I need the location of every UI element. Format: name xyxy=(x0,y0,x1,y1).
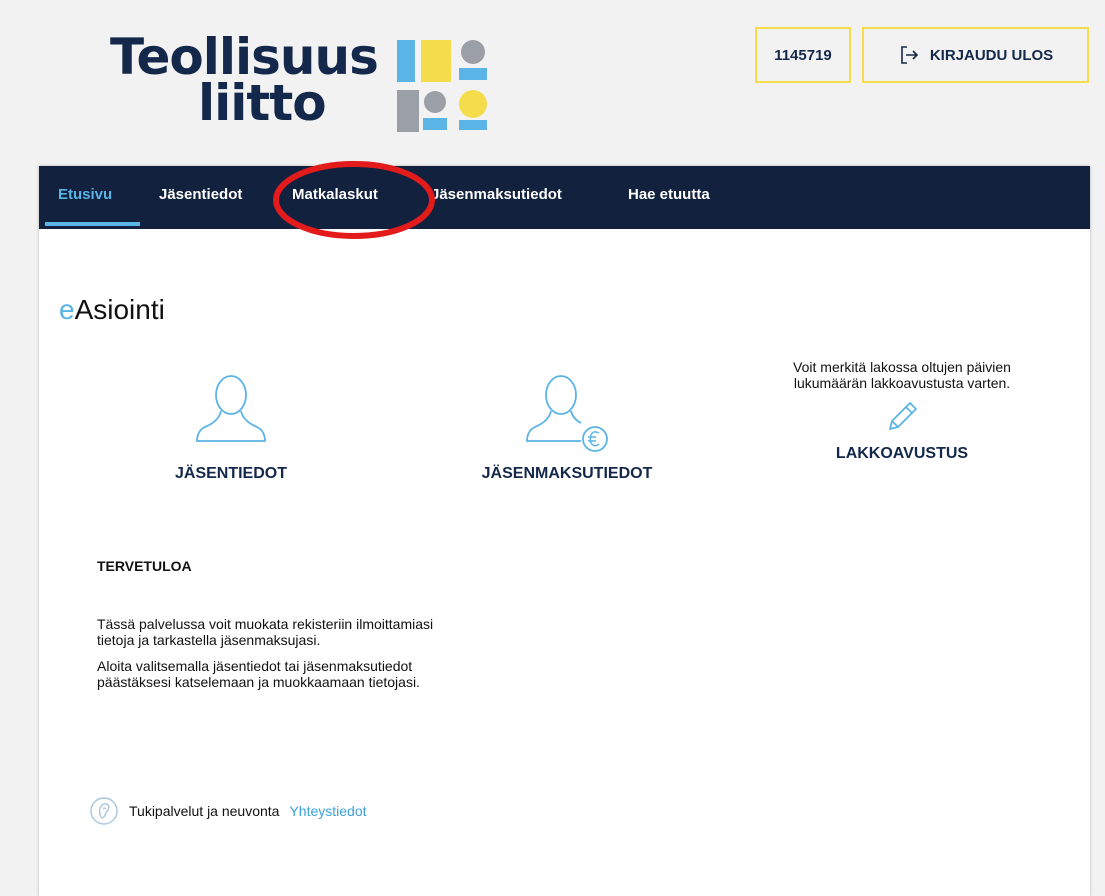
person-icon xyxy=(196,375,266,442)
tile-lakkoavustus-label: LAKKOAVUSTUS xyxy=(835,445,969,462)
main-card: Etusivu Jäsentiedot Matkalaskut Jäsenmak… xyxy=(39,166,1090,896)
tile-lakkoavustus-description: Voit merkitä lakossa oltujen päivien luk… xyxy=(757,359,1047,391)
welcome-paragraph-2: Aloita valitsemalla jäsentiedot tai jäse… xyxy=(97,658,577,690)
nav-jasentiedot[interactable]: Jäsentiedot xyxy=(159,166,242,229)
member-id-badge: 1145719 xyxy=(755,27,851,83)
tile-jasenmaksutiedot[interactable]: JÄSENMAKSUTIEDOT xyxy=(457,371,677,483)
welcome-p1-line1: Tässä palvelussa voit muokata rekisterii… xyxy=(97,616,434,632)
welcome-paragraph-1: Tässä palvelussa voit muokata rekisterii… xyxy=(97,616,577,648)
tile-jasentiedot-label: JÄSENTIEDOT xyxy=(174,465,287,482)
ear-icon xyxy=(90,797,118,825)
logout-icon xyxy=(901,46,918,64)
logout-label: KIRJAUDU ULOS xyxy=(929,46,1054,64)
brand-mark-icon xyxy=(397,40,487,132)
tile-lakkoavustus-desc-line1: Voit merkitä lakossa oltujen päivien xyxy=(793,359,1011,375)
page-title-prefix: e xyxy=(59,294,75,325)
nav-hae-etuutta[interactable]: Hae etuutta xyxy=(628,166,710,229)
brand-line2: liitto xyxy=(198,74,327,132)
welcome-title: TERVETULOA xyxy=(97,558,192,574)
page-title: eAsiointi xyxy=(59,294,165,326)
welcome-p2-line2: päästäksesi katselemaan ja muokkaamaan t… xyxy=(97,674,420,690)
page-title-text: Asiointi xyxy=(74,294,165,325)
nav-jasenmaksutiedot[interactable]: Jäsenmaksutiedot xyxy=(431,166,562,229)
tile-lakkoavustus-desc-line2: lukumäärän lakkoavustusta varten. xyxy=(793,375,1011,391)
member-id: 1145719 xyxy=(774,46,832,64)
nav-matkalaskut[interactable]: Matkalaskut xyxy=(292,166,378,229)
nav-active-indicator xyxy=(45,222,140,226)
nav-etusivu[interactable]: Etusivu xyxy=(58,166,112,229)
tile-lakkoavustus[interactable]: Voit merkitä lakossa oltujen päivien luk… xyxy=(757,359,1047,463)
main-nav: Etusivu Jäsentiedot Matkalaskut Jäsenmak… xyxy=(39,166,1090,229)
brand-wordmark: Teollisuus liitto xyxy=(110,32,380,132)
pencil-icon xyxy=(889,402,917,430)
tile-jasentiedot[interactable]: JÄSENTIEDOT xyxy=(151,371,311,483)
welcome-p1-line2: tietoja ja tarkastella jäsenmaksujasi. xyxy=(97,632,321,648)
contact-link[interactable]: Yhteystiedot xyxy=(289,803,366,819)
support-row: Tukipalvelut ja neuvonta Yhteystiedot xyxy=(89,796,367,826)
logout-button[interactable]: KIRJAUDU ULOS xyxy=(862,27,1089,83)
welcome-p2-line1: Aloita valitsemalla jäsentiedot tai jäse… xyxy=(97,658,413,674)
support-text: Tukipalvelut ja neuvonta xyxy=(129,803,280,819)
tile-jasenmaksutiedot-label: JÄSENMAKSUTIEDOT xyxy=(481,465,653,482)
person-euro-icon xyxy=(526,375,608,452)
